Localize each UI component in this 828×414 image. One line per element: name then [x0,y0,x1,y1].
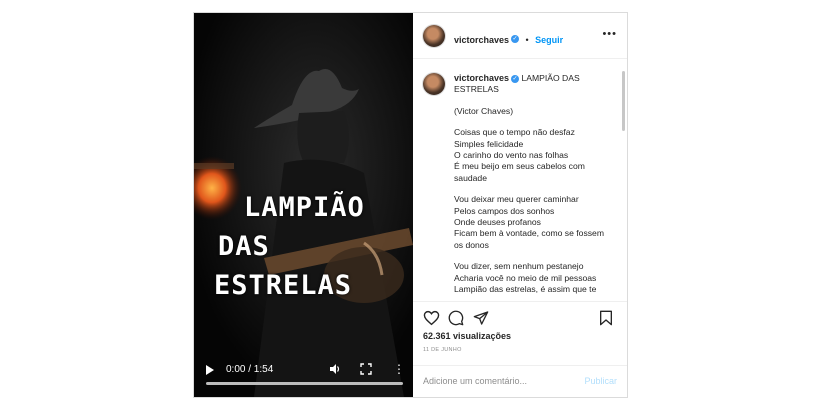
verified-badge-icon: ✓ [511,74,520,83]
play-icon[interactable] [206,365,214,375]
instagram-post: LAMPIÃO DAS ESTRELAS 0:00 / 1:54 ⋮ victo… [193,12,628,398]
caption-scrollbar[interactable] [622,71,625,131]
video-time: 0:00 / 1:54 [226,364,274,375]
caption-area[interactable]: victorchaves ✓ LAMPIÃO DAS ESTRELAS (Vict… [413,59,627,302]
lyric-line: Pelos campos dos sonhos [454,205,555,216]
lyric-line: Lampião das estrelas, é assim que te [454,284,597,295]
video-title-line: LAMPIÃO [244,192,365,223]
bookmark-icon[interactable] [599,310,613,326]
video-controls: 0:00 / 1:54 ⋮ [194,355,413,397]
comment-bar: Adicione um comentário... Publicar [413,365,627,398]
video-title-line: ESTRELAS [214,270,353,301]
lyric-line: O carinho do vento nas folhas [454,150,569,161]
lyric-line: É meu beijo em seus cabelos com saudade [454,161,585,183]
separator-dot: • [525,35,529,45]
lyric-line: Simples felicidade [454,138,524,149]
lyric-line: Ficam bem à vontade, como se fossem os d… [454,228,604,250]
heart-icon[interactable] [423,310,440,326]
publish-button[interactable]: Publicar [584,376,617,386]
avatar[interactable] [423,25,445,47]
username-link[interactable]: victorchaves [454,73,509,83]
volume-icon[interactable] [329,363,341,375]
view-count[interactable]: 62.361 visualizações [423,331,511,341]
avatar[interactable] [423,73,445,95]
post-date[interactable]: 11 DE JUNHO [423,347,462,353]
comment-input[interactable]: Adicione um comentário... [423,376,527,386]
follow-button[interactable]: Seguir [535,35,563,45]
verified-badge-icon: ✓ [511,34,520,43]
more-options-icon[interactable]: ••• [602,28,617,40]
header-user: victorchaves ✓ • Seguir [454,30,563,48]
username-link[interactable]: victorchaves [454,35,509,45]
caption-author: (Victor Chaves) [454,105,514,116]
lyric-line: Coisas que o tempo não desfaz [454,127,575,138]
video-menu-icon[interactable]: ⋮ [393,362,405,376]
video-title-line: DAS [218,231,270,262]
lyric-line: Vou deixar meu querer caminhar [454,194,579,205]
lyric-line: Onde deuses profanos [454,217,541,228]
post-sidebar: victorchaves ✓ • Seguir ••• victorchaves ✓… [413,13,627,397]
comment-icon[interactable] [448,310,464,326]
post-header: victorchaves ✓ • Seguir ••• [413,13,627,59]
fullscreen-icon[interactable] [360,363,372,375]
lyric-line: Vou dizer, sem nenhum pestanejo [454,261,584,272]
share-icon[interactable] [473,310,489,326]
lyric-line: Acharia você no meio de mil pessoas [454,272,597,283]
caption-text: victorchaves ✓ LAMPIÃO DAS ESTRELAS (Vict… [454,73,614,296]
video-player[interactable]: LAMPIÃO DAS ESTRELAS 0:00 / 1:54 ⋮ [194,13,413,397]
video-progress-bar[interactable] [206,382,403,385]
